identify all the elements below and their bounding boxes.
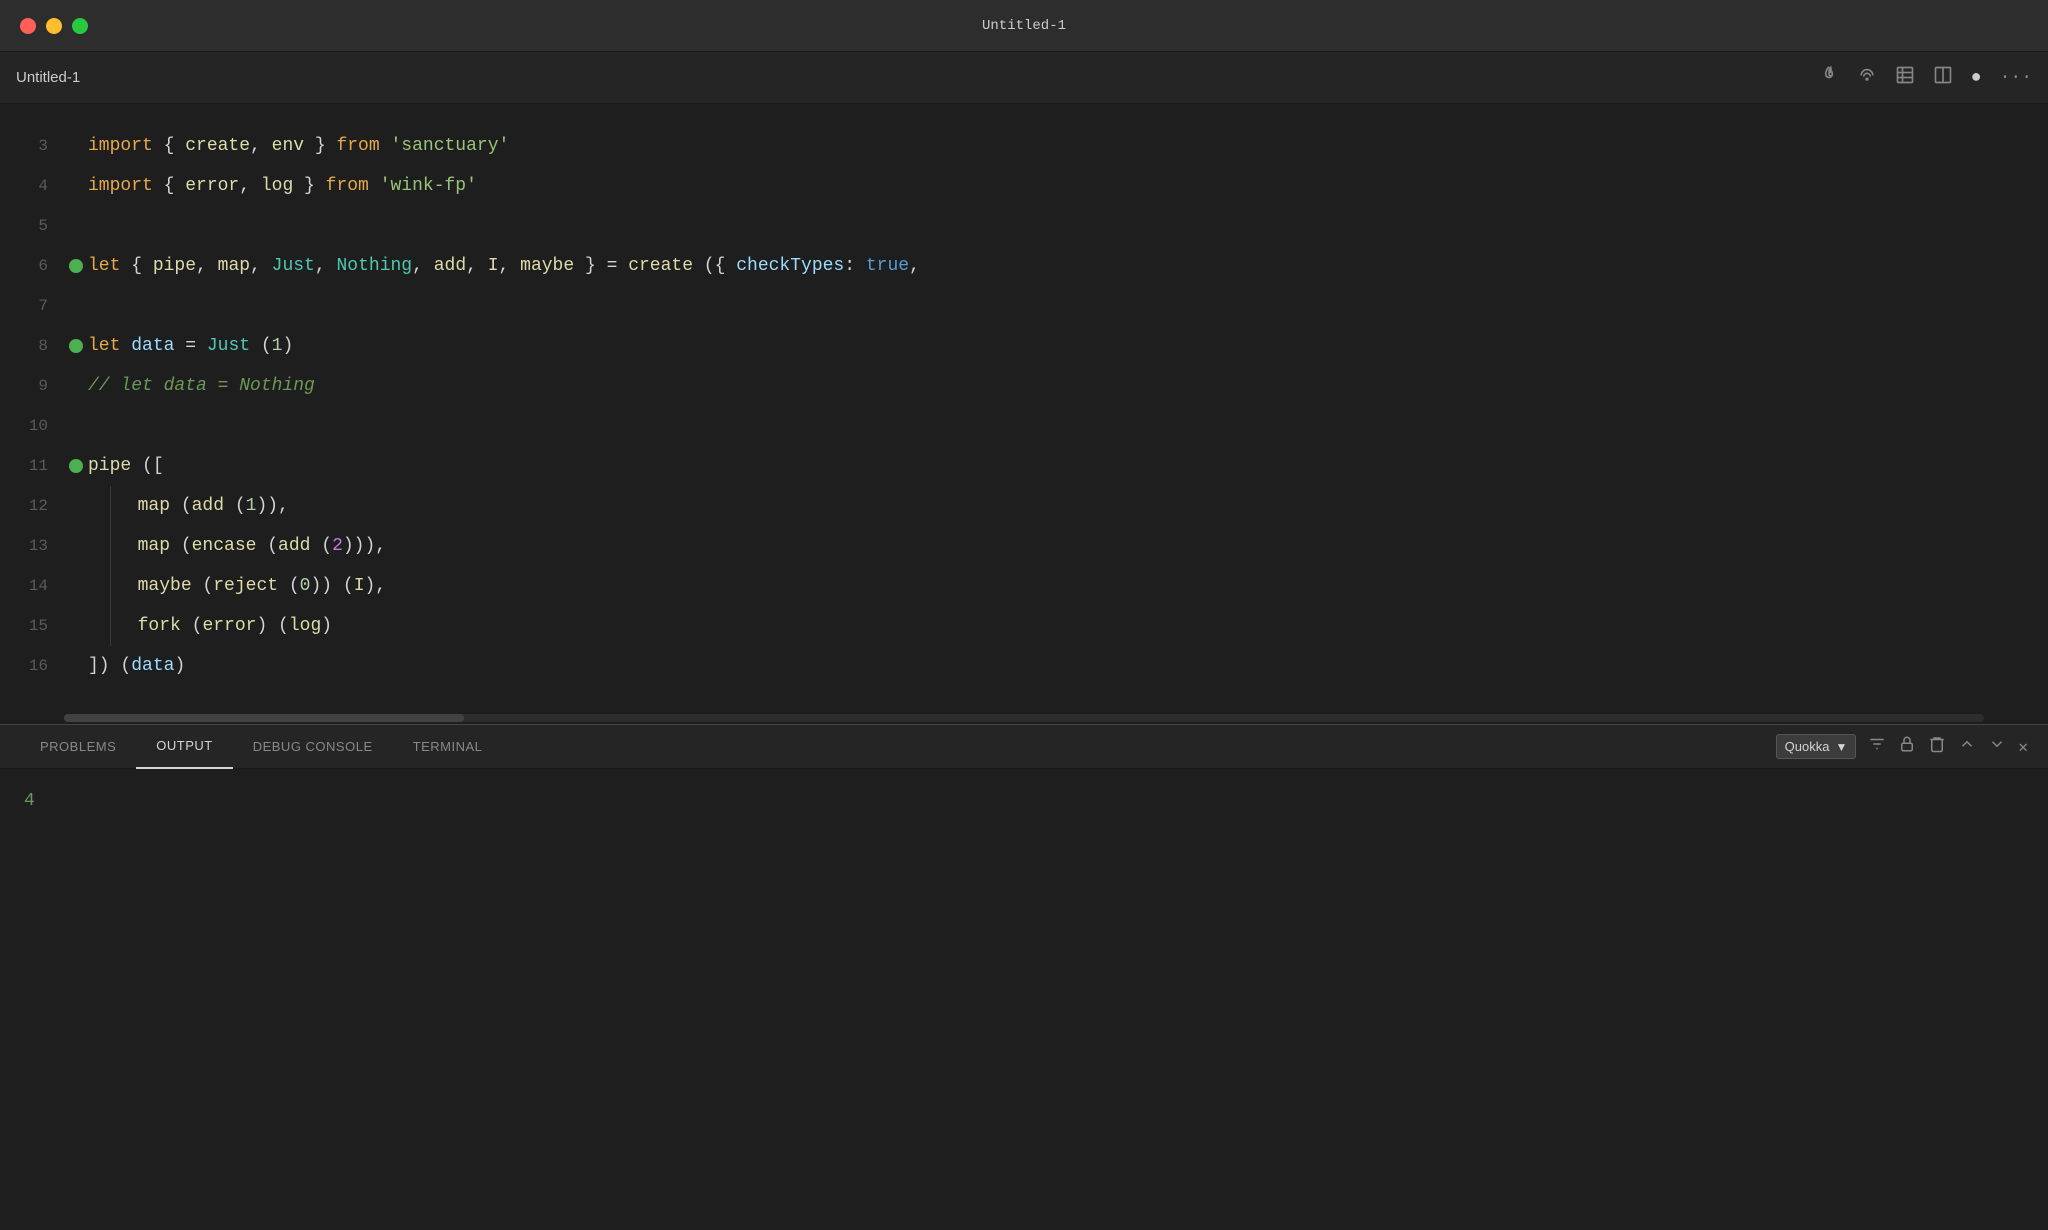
bp-8[interactable] <box>64 326 88 366</box>
dropdown-value: Quokka <box>1785 739 1830 754</box>
code-line-3: import { create , env } from 'sanctuary' <box>88 126 2048 166</box>
bp-3 <box>64 126 88 166</box>
window-title: Untitled-1 <box>982 18 1066 34</box>
tab-output[interactable]: OUTPUT <box>136 725 232 769</box>
scroll-down-icon[interactable] <box>1988 735 2006 758</box>
scrollbar-track <box>64 714 1984 722</box>
code-line-6: let { pipe , map , Just , Nothing , add … <box>88 246 2048 286</box>
bp-12 <box>64 486 88 526</box>
bp-13 <box>64 526 88 566</box>
maximize-button[interactable] <box>72 18 88 34</box>
titlebar: Untitled-1 <box>0 0 2048 52</box>
code-content[interactable]: import { create , env } from 'sanctuary'… <box>88 124 2048 704</box>
bp-15 <box>64 606 88 646</box>
code-line-12: map ( add ( 1 )), <box>88 486 2048 526</box>
close-panel-icon[interactable]: ✕ <box>2018 737 2028 757</box>
panel: PROBLEMS OUTPUT DEBUG CONSOLE TERMINAL Q… <box>0 724 2048 1230</box>
bp-11[interactable] <box>64 446 88 486</box>
scrollbar-thumb[interactable] <box>64 714 464 722</box>
bp-10 <box>64 406 88 446</box>
flame-icon[interactable] <box>1819 65 1839 91</box>
panel-tab-bar: PROBLEMS OUTPUT DEBUG CONSOLE TERMINAL Q… <box>0 725 2048 769</box>
close-button[interactable] <box>20 18 36 34</box>
clear-icon[interactable] <box>1928 735 1946 758</box>
bp-14 <box>64 566 88 606</box>
code-line-9: // let data = Nothing <box>88 366 2048 406</box>
editor: 3 4 5 6 7 8 9 10 11 12 13 14 15 16 <box>0 104 2048 724</box>
list-filter-icon[interactable] <box>1868 735 1886 758</box>
line-numbers: 3 4 5 6 7 8 9 10 11 12 13 14 15 16 <box>0 124 64 704</box>
bp-5 <box>64 206 88 246</box>
panel-controls: Quokka ▼ <box>1776 734 2028 759</box>
horizontal-scrollbar[interactable] <box>0 712 2048 724</box>
scroll-up-icon[interactable] <box>1958 735 1976 758</box>
bp-7 <box>64 286 88 326</box>
code-line-10 <box>88 406 2048 446</box>
code-line-7 <box>88 286 2048 326</box>
toolbar-icons: ● ··· <box>1819 65 2032 91</box>
more-icon[interactable]: ··· <box>2000 68 2032 88</box>
code-line-4: import { error , log } from 'wink-fp' <box>88 166 2048 206</box>
tab-terminal[interactable]: TERMINAL <box>393 725 503 769</box>
code-line-5 <box>88 206 2048 246</box>
tab-bar: Untitled-1 ● <box>0 52 2048 104</box>
code-line-8: let data = Just ( 1 ) <box>88 326 2048 366</box>
lock-icon[interactable] <box>1898 735 1916 758</box>
bp-9 <box>64 366 88 406</box>
panel-tabs-left: PROBLEMS OUTPUT DEBUG CONSOLE TERMINAL <box>20 725 502 769</box>
bp-6[interactable] <box>64 246 88 286</box>
code-line-13: map ( encase ( add ( 2 ))), <box>88 526 2048 566</box>
output-line-1: 4 <box>24 785 2024 817</box>
code-line-14: maybe ( reject ( 0 )) ( I ), <box>88 566 2048 606</box>
code-area[interactable]: 3 4 5 6 7 8 9 10 11 12 13 14 15 16 <box>0 116 2048 712</box>
code-line-15: fork ( error ) ( log ) <box>88 606 2048 646</box>
split-icon[interactable] <box>1933 65 1953 91</box>
layout-icon[interactable] <box>1895 65 1915 91</box>
broadcast-icon[interactable] <box>1857 65 1877 91</box>
panel-output-content: 4 <box>0 769 2048 1230</box>
code-line-16: ]) ( data ) <box>88 646 2048 686</box>
tab-problems[interactable]: PROBLEMS <box>20 725 136 769</box>
tab-debug-console[interactable]: DEBUG CONSOLE <box>233 725 393 769</box>
chevron-down-icon: ▼ <box>1835 740 1847 754</box>
window-controls <box>20 18 88 34</box>
minimize-button[interactable] <box>46 18 62 34</box>
vertical-scrollbar[interactable] <box>2034 116 2048 712</box>
bp-16 <box>64 646 88 686</box>
code-line-11: pipe ([ <box>88 446 2048 486</box>
bp-4 <box>64 166 88 206</box>
breakpoints-gutter <box>64 124 88 704</box>
dot-icon[interactable]: ● <box>1971 68 1982 88</box>
tab-label[interactable]: Untitled-1 <box>16 69 80 86</box>
output-source-dropdown[interactable]: Quokka ▼ <box>1776 734 1857 759</box>
